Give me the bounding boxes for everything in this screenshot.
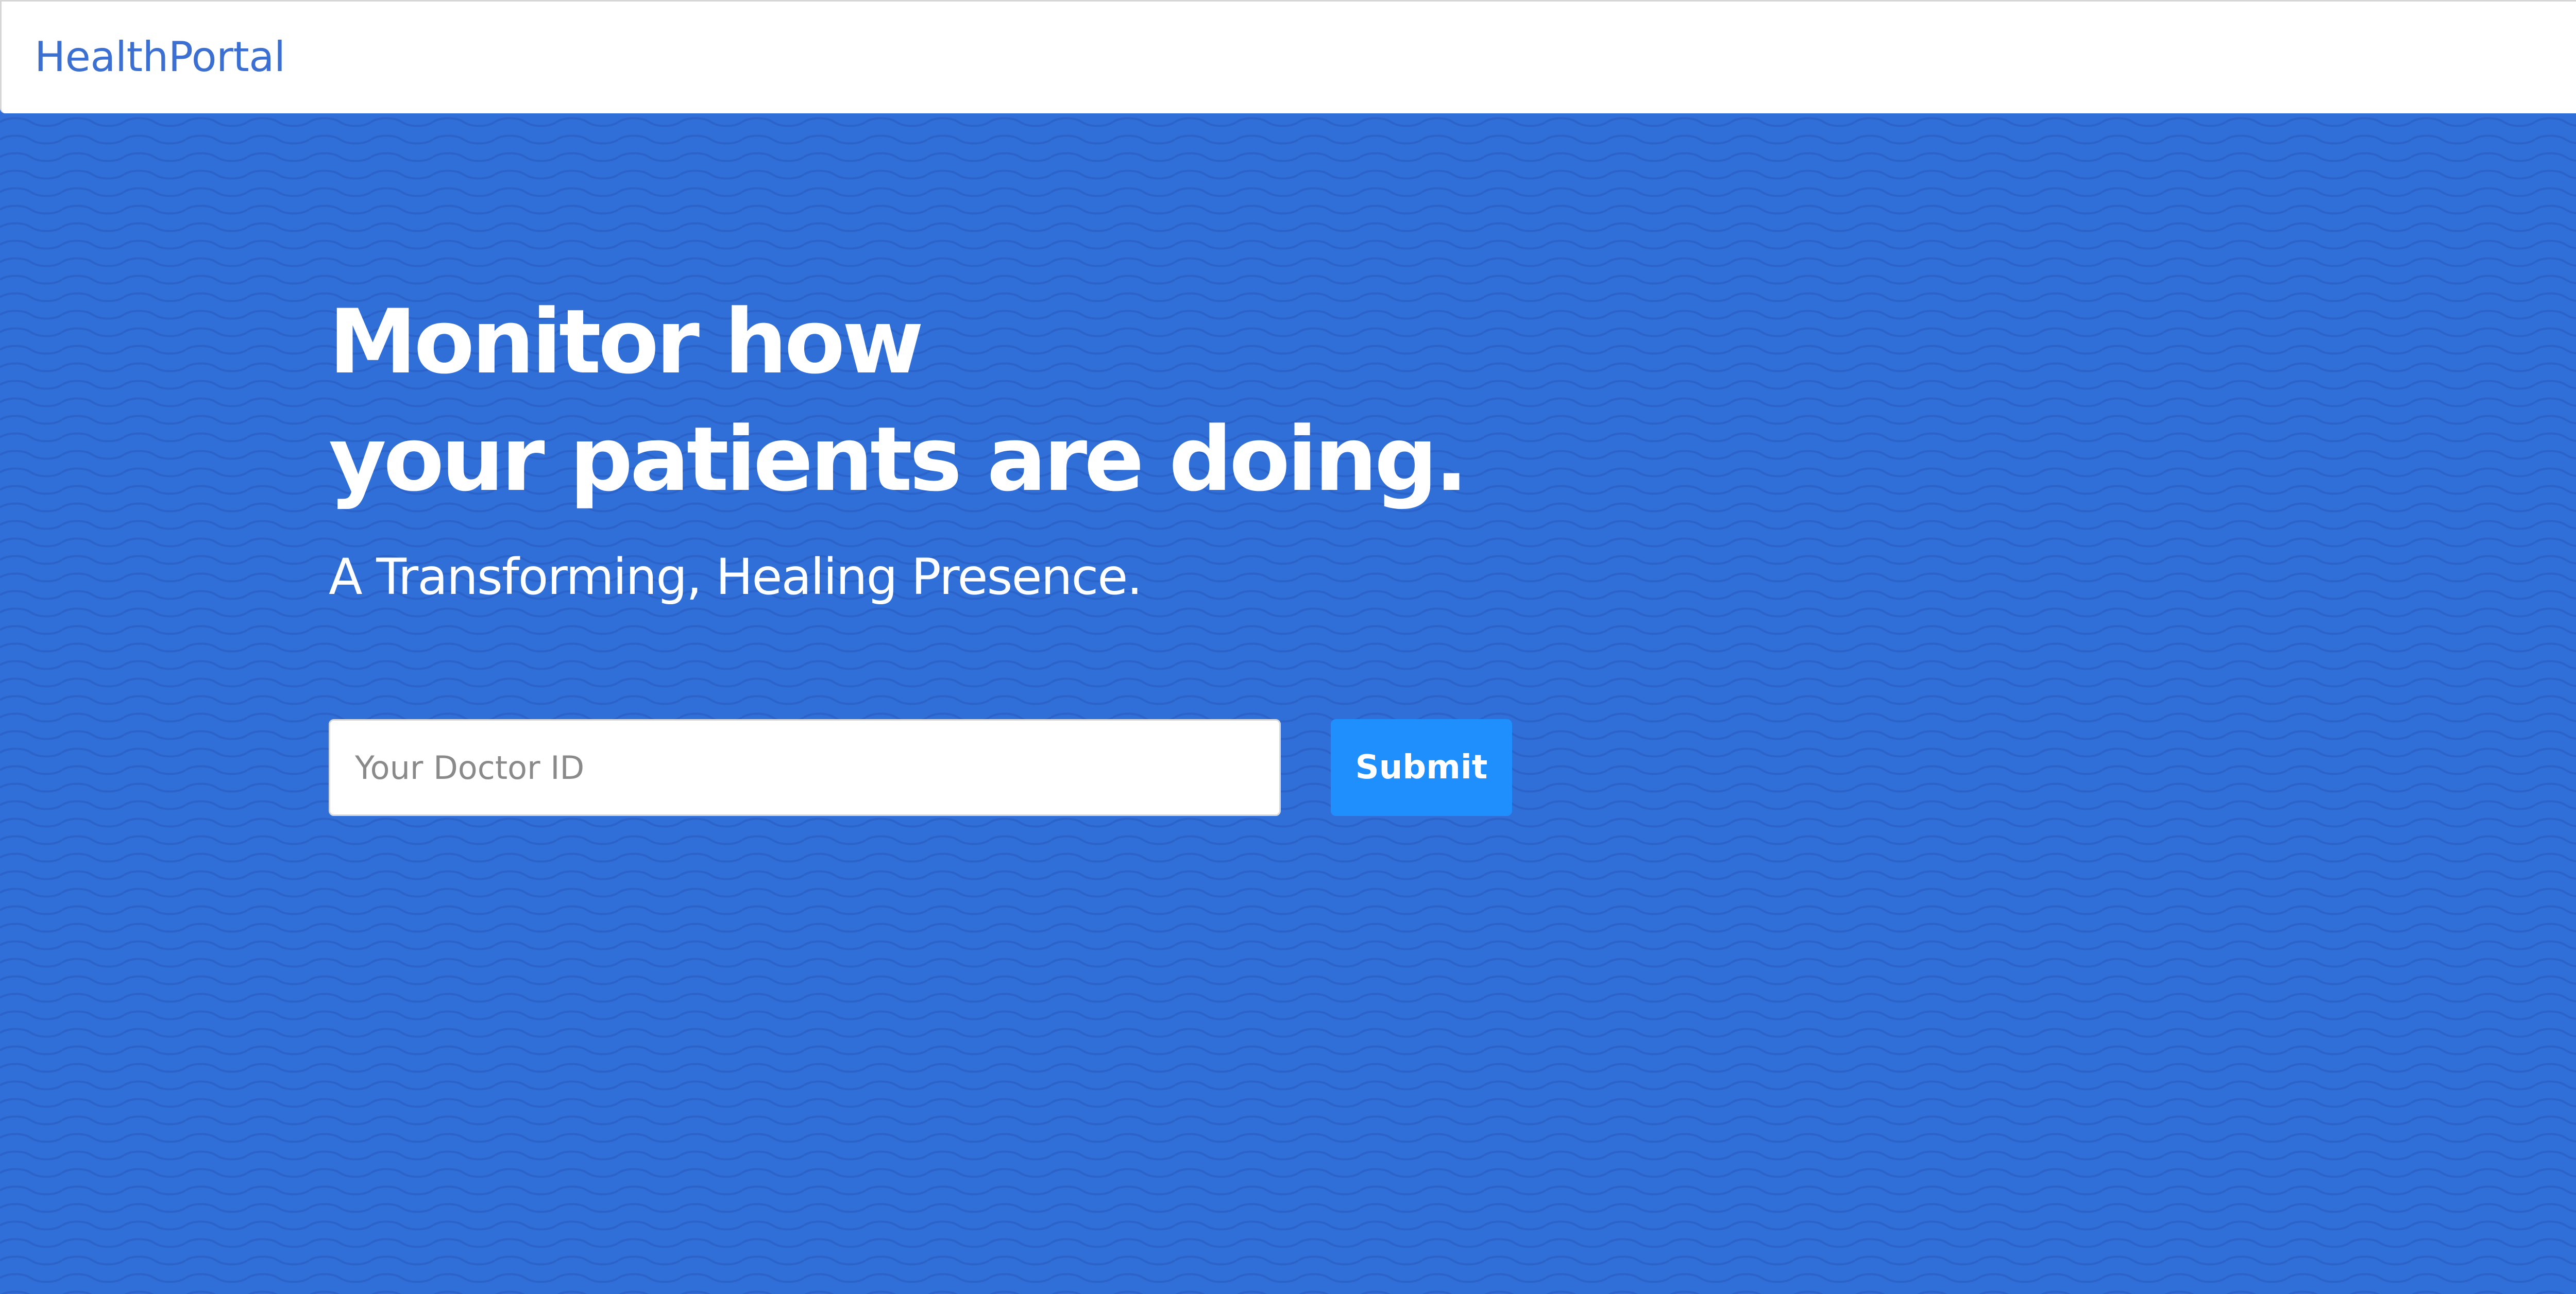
submit-button[interactable]: Submit bbox=[1331, 719, 1512, 816]
top-navbar: HealthPortal bbox=[0, 0, 2576, 113]
hero-headline-line-1: Monitor how bbox=[329, 290, 924, 394]
hero-subtitle: A Transforming, Healing Presence. bbox=[329, 548, 1143, 606]
doctor-id-form: Submit bbox=[329, 719, 1565, 817]
brand-link[interactable]: HealthPortal bbox=[35, 31, 285, 83]
hero-content: Monitor how your patients are doing. A T… bbox=[329, 283, 1874, 816]
hero-headline-line-2: your patients are doing. bbox=[329, 407, 1468, 511]
doctor-id-input[interactable] bbox=[329, 719, 1281, 816]
hero-section: Monitor how your patients are doing. A T… bbox=[0, 113, 2576, 1294]
hero-headline: Monitor how your patients are doing. bbox=[329, 283, 1874, 518]
